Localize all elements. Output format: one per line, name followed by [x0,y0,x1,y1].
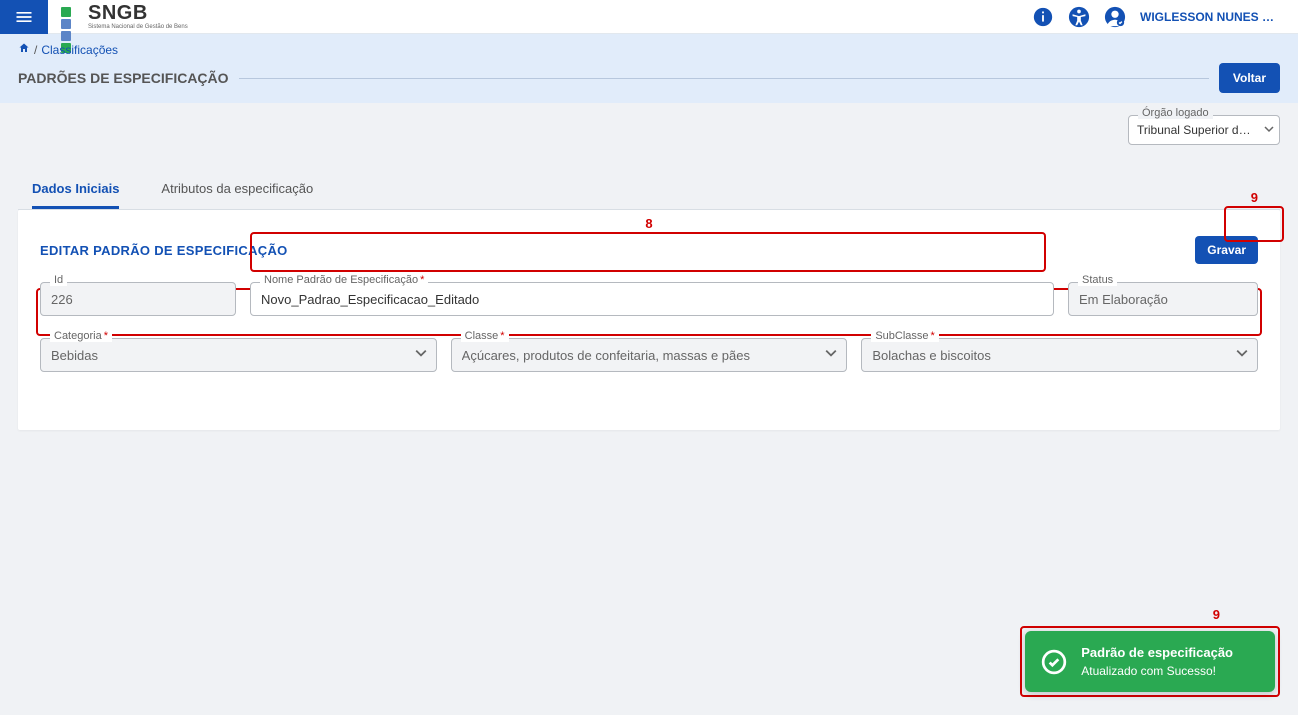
topbar-right: WIGLESSON NUNES RO... [1032,6,1298,28]
breadcrumb-sep: / [34,43,37,57]
breadcrumb-home[interactable] [18,42,30,57]
categoria-select[interactable] [40,338,437,372]
org-select[interactable] [1128,115,1280,145]
hamburger-menu-button[interactable] [0,0,48,34]
org-select-label: Órgão logado [1138,107,1213,119]
annotation-8-top: 8 [645,216,652,231]
top-bar: SNGB Sistema Nacional de Gestão de Bens … [0,0,1298,34]
brand-logo-icon [60,6,82,28]
status-label: Status [1078,274,1117,286]
info-icon[interactable] [1032,6,1054,28]
subclasse-select[interactable] [861,338,1258,372]
annotation-9-save: 9 [1251,190,1258,205]
name-input[interactable] [250,282,1054,316]
subclasse-label: SubClasse* [871,330,938,342]
form-section-title: EDITAR PADRÃO DE ESPECIFICAÇÃO [40,243,288,258]
id-label: Id [50,274,67,286]
tabs: Dados Iniciais Atributos da especificaçã… [18,181,1280,210]
classe-label: Classe* [461,330,509,342]
brand-subtitle: Sistema Nacional de Gestão de Bens [88,24,188,30]
user-avatar-icon[interactable] [1104,6,1126,28]
toast-body: Atualizado com Sucesso! [1081,664,1233,678]
accessibility-icon[interactable] [1068,6,1090,28]
success-toast[interactable]: Padrão de especificação Atualizado com S… [1025,631,1275,692]
name-label: Nome Padrão de Especificação* [260,274,428,286]
title-divider [239,78,1209,79]
toast-title: Padrão de especificação [1081,645,1233,660]
back-button[interactable]: Voltar [1219,63,1280,93]
org-select-field: Órgão logado [1128,115,1280,145]
user-name-text[interactable]: WIGLESSON NUNES RO... [1140,10,1280,24]
body-area: Órgão logado Dados Iniciais Atributos da… [0,103,1298,442]
form-card: 9 8 8 EDITAR PADRÃO DE ESPECIFICAÇÃO Gra… [18,210,1280,430]
id-input [40,282,236,316]
tab-atributos[interactable]: Atributos da especificação [161,181,313,209]
page-head: / Classificações PADRÕES DE ESPECIFICAÇÃ… [0,34,1298,103]
save-button[interactable]: Gravar [1195,236,1258,264]
annotation-9-toast: 9 [1020,607,1220,622]
highlight-toast: Padrão de especificação Atualizado com S… [1020,626,1280,697]
breadcrumb: / Classificações [18,42,1280,57]
classe-select[interactable] [451,338,848,372]
status-input [1068,282,1258,316]
tab-dados-iniciais[interactable]: Dados Iniciais [32,181,119,209]
brand-title: SNGB [88,2,148,24]
breadcrumb-link[interactable]: Classificações [41,43,118,57]
page-title: PADRÕES DE ESPECIFICAÇÃO [18,70,229,86]
check-circle-icon [1041,649,1067,675]
home-icon [18,42,30,54]
hamburger-icon [14,7,34,27]
toast-container: 9 Padrão de especificação Atualizado com… [1020,607,1280,697]
brand: SNGB Sistema Nacional de Gestão de Bens [60,3,188,30]
categoria-label: Categoria* [50,330,112,342]
